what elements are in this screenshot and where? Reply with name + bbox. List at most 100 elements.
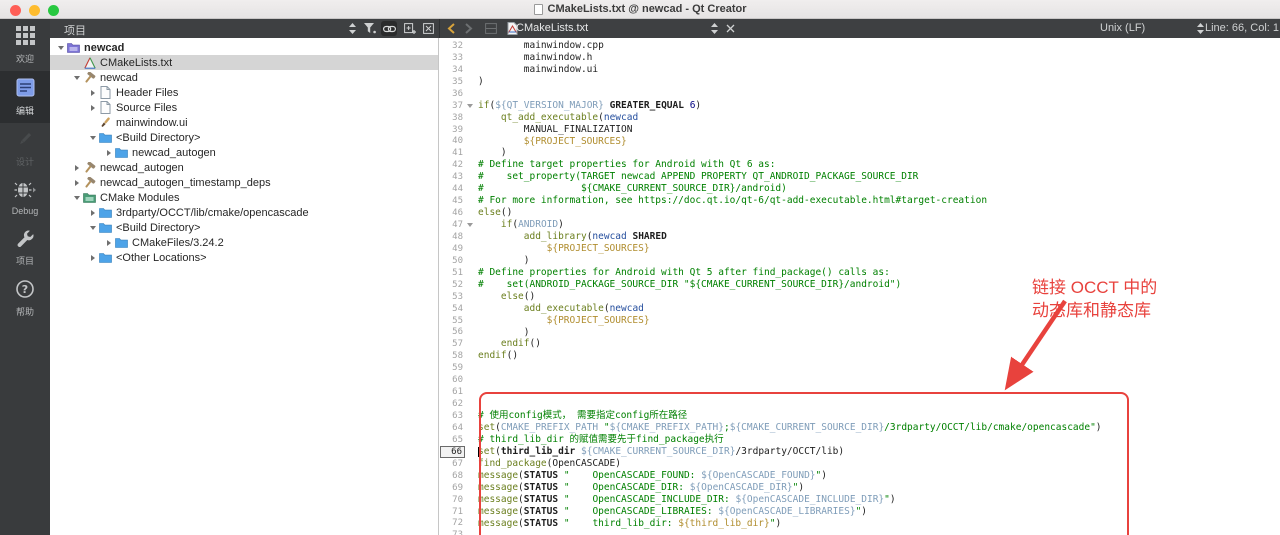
code-line[interactable]: 45 # For more information, see https://do… <box>440 195 1280 207</box>
code-line[interactable]: 36 <box>440 88 1280 100</box>
code-line-text[interactable]: else() <box>478 291 535 303</box>
code-line-text[interactable]: ) <box>478 147 507 159</box>
code-line[interactable]: 70 message(STATUS " OpenCASCADE_INCLUDE_D… <box>440 494 1280 506</box>
tree-item[interactable]: CMakeFiles/3.24.2 <box>50 235 438 250</box>
sidebar-item-debug[interactable]: Debug <box>0 174 50 222</box>
back-icon[interactable] <box>443 21 459 36</box>
code-line-text[interactable]: mainwindow.h <box>478 52 593 64</box>
code-line[interactable]: 49 ${PROJECT_SOURCES} <box>440 243 1280 255</box>
code-line[interactable]: 59 <box>440 362 1280 374</box>
link-with-editor-icon[interactable] <box>381 21 397 36</box>
tree-item[interactable]: newcad_autogen_timestamp_deps <box>50 175 438 190</box>
chevron-right-icon[interactable] <box>88 209 98 216</box>
code-line[interactable]: 68 message(STATUS " OpenCASCADE_FOUND: ${… <box>440 470 1280 482</box>
code-line-text[interactable]: find_package(OpenCASCADE) <box>478 458 621 470</box>
close-window-icon[interactable] <box>10 5 21 16</box>
code-line[interactable]: 62 <box>440 398 1280 410</box>
code-line[interactable]: 56 ) <box>440 327 1280 339</box>
code-line-text[interactable]: if(${QT_VERSION_MAJOR} GREATER_EQUAL 6) <box>478 100 701 112</box>
code-line[interactable]: 46 else() <box>440 207 1280 219</box>
code-line[interactable]: 63 # 使用config模式， 需要指定config所在路径 <box>440 410 1280 422</box>
split-editor-icon[interactable] <box>483 21 499 36</box>
chevron-right-icon[interactable] <box>72 164 82 171</box>
tree-item[interactable]: CMakeLists.txt <box>50 55 438 70</box>
code-line-text[interactable]: mainwindow.ui <box>478 64 598 76</box>
code-line-text[interactable]: # ${CMAKE_CURRENT_SOURCE_DIR}/android) <box>478 183 787 195</box>
code-line[interactable]: 41 ) <box>440 147 1280 159</box>
open-document-tab[interactable]: CMakeLists.txt <box>516 22 588 34</box>
code-line[interactable]: 39 MANUAL_FINALIZATION <box>440 124 1280 136</box>
sort-icon[interactable] <box>344 21 360 36</box>
chevron-down-icon[interactable] <box>56 45 66 50</box>
code-line-text[interactable]: ${PROJECT_SOURCES} <box>478 136 627 148</box>
chevron-right-icon[interactable] <box>104 149 114 156</box>
zoom-window-icon[interactable] <box>48 5 59 16</box>
code-line-text[interactable]: # Define properties for Android with Qt … <box>478 267 890 279</box>
tree-item[interactable]: Header Files <box>50 85 438 100</box>
code-line-text[interactable]: add_executable(newcad <box>478 303 644 315</box>
code-line-text[interactable]: mainwindow.cpp <box>478 40 604 52</box>
code-line-text[interactable]: message(STATUS " OpenCASCADE_DIR: ${Open… <box>478 482 804 494</box>
code-line-text[interactable]: else() <box>478 207 512 219</box>
chevron-down-icon[interactable] <box>88 135 98 140</box>
code-line[interactable]: 42 # Define target properties for Android… <box>440 159 1280 171</box>
code-line-text[interactable]: message(STATUS " third_lib_dir: ${third_… <box>478 518 781 530</box>
code-line-text[interactable]: # 使用config模式， 需要指定config所在路径 <box>478 410 687 422</box>
chevron-right-icon[interactable] <box>88 89 98 96</box>
code-line[interactable]: 61 <box>440 386 1280 398</box>
forward-icon[interactable] <box>461 21 477 36</box>
code-line[interactable]: 43 # set_property(TARGET newcad APPEND PR… <box>440 171 1280 183</box>
code-line-text[interactable]: ) <box>478 255 530 267</box>
tree-item[interactable]: Source Files <box>50 100 438 115</box>
close-document-icon[interactable] <box>722 21 738 36</box>
tree-item[interactable]: CMake Modules <box>50 190 438 205</box>
code-line[interactable]: 69 message(STATUS " OpenCASCADE_DIR: ${Op… <box>440 482 1280 494</box>
fold-marker-icon[interactable] <box>465 223 474 228</box>
code-line[interactable]: 71 message(STATUS " OpenCASCADE_LIBRAIES:… <box>440 506 1280 518</box>
code-line[interactable]: 73 <box>440 529 1280 535</box>
code-line[interactable]: 65 # third_lib_dir 的赋值需要先于find_package执行 <box>440 434 1280 446</box>
code-line-text[interactable]: message(STATUS " OpenCASCADE_LIBRAIES: $… <box>478 506 867 518</box>
chevron-right-icon[interactable] <box>104 239 114 246</box>
code-line-text[interactable]: message(STATUS " OpenCASCADE_INCLUDE_DIR… <box>478 494 896 506</box>
sidebar-item-edit[interactable]: 编辑 <box>0 71 50 123</box>
tree-item[interactable]: <Build Directory> <box>50 220 438 235</box>
chevron-right-icon[interactable] <box>72 179 82 186</box>
code-line[interactable]: 57 endif() <box>440 338 1280 350</box>
code-line-text[interactable]: endif() <box>478 338 541 350</box>
code-line-text[interactable]: # For more information, see https://doc.… <box>478 195 987 207</box>
tree-item[interactable]: newcad <box>50 40 438 55</box>
code-line-text[interactable]: # third_lib_dir 的赋值需要先于find_package执行 <box>478 434 724 446</box>
code-line[interactable]: 66 set(third_lib_dir ${CMAKE_CURRENT_SOUR… <box>440 445 1280 458</box>
encoding-indicator[interactable]: Unix (LF) <box>1100 22 1145 34</box>
filter-icon[interactable] <box>362 21 378 36</box>
code-line-text[interactable]: set(CMAKE_PREFIX_PATH "${CMAKE_PREFIX_PA… <box>478 422 1102 434</box>
code-line[interactable]: 40 ${PROJECT_SOURCES} <box>440 136 1280 148</box>
code-line[interactable]: 35) <box>440 76 1280 88</box>
fold-marker-icon[interactable] <box>465 103 474 108</box>
chevron-down-icon[interactable] <box>72 75 82 80</box>
code-line[interactable]: 33 mainwindow.h <box>440 52 1280 64</box>
code-line-text[interactable]: if(ANDROID) <box>478 219 564 231</box>
code-line-text[interactable]: MANUAL_FINALIZATION <box>478 124 633 136</box>
tree-item[interactable]: 3rdparty/OCCT/lib/cmake/opencascade <box>50 205 438 220</box>
code-line-text[interactable]: # set(ANDROID_PACKAGE_SOURCE_DIR "${CMAK… <box>478 279 901 291</box>
code-line-text[interactable]: # set_property(TARGET newcad APPEND PROP… <box>478 171 918 183</box>
chevron-right-icon[interactable] <box>88 104 98 111</box>
sidebar-item-welcome[interactable]: 欢迎 <box>0 19 50 71</box>
code-line-text[interactable]: ) <box>478 76 484 88</box>
code-line[interactable]: 58 endif() <box>440 350 1280 362</box>
tree-item[interactable]: mainwindow.ui <box>50 115 438 130</box>
tree-item[interactable]: newcad <box>50 70 438 85</box>
code-line[interactable]: 47 if(ANDROID) <box>440 219 1280 231</box>
code-line[interactable]: 37 if(${QT_VERSION_MAJOR} GREATER_EQUAL 6… <box>440 100 1280 112</box>
code-line-text[interactable]: message(STATUS " OpenCASCADE_FOUND: ${Op… <box>478 470 827 482</box>
chevron-right-icon[interactable] <box>88 254 98 261</box>
tree-item[interactable]: newcad_autogen <box>50 145 438 160</box>
code-line-text[interactable]: ${PROJECT_SOURCES} <box>478 243 650 255</box>
sidebar-item-help[interactable]: ? 帮助 <box>0 273 50 324</box>
code-line-text[interactable]: endif() <box>478 350 518 362</box>
chevron-down-icon[interactable] <box>88 225 98 230</box>
sidebar-item-projects[interactable]: 项目 <box>0 222 50 273</box>
code-line-text[interactable]: set(third_lib_dir ${CMAKE_CURRENT_SOURCE… <box>478 446 844 458</box>
